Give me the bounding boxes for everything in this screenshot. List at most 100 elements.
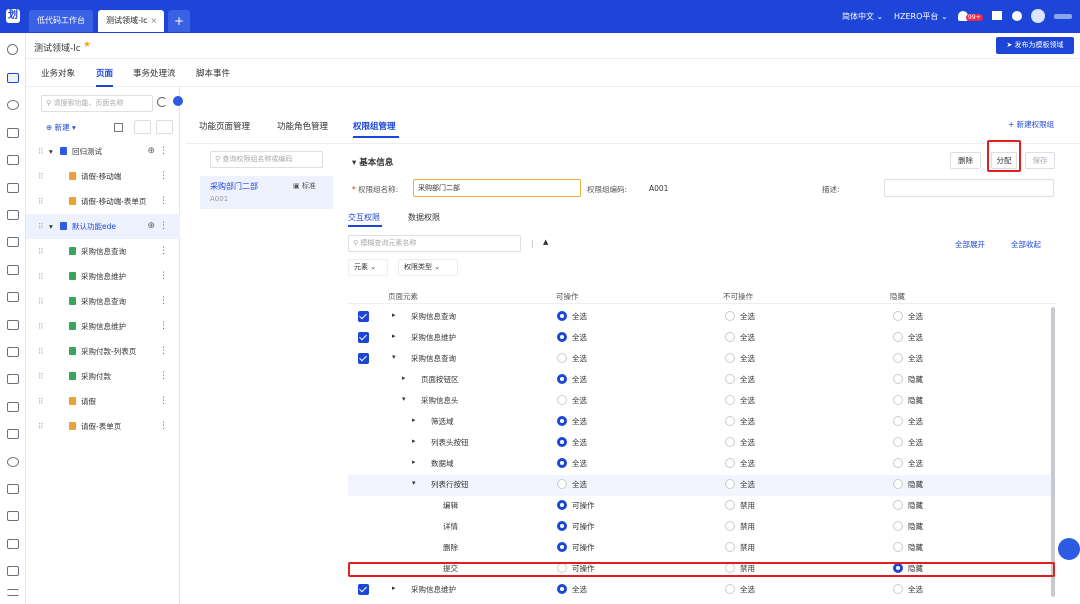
subnav-business-object[interactable]: 业务对象	[41, 67, 75, 79]
radio-c[interactable]	[893, 584, 903, 594]
group-name-input[interactable]: 采购部门二部	[413, 179, 581, 197]
tree-item[interactable]: ⠿ 采购信息维护 ⋮	[26, 314, 180, 339]
help-icon[interactable]	[173, 96, 183, 106]
document-icon[interactable]	[7, 511, 19, 521]
language-switch[interactable]: 简体中文 ⌄	[842, 11, 883, 22]
row-checkbox[interactable]	[358, 584, 369, 595]
refresh-icon[interactable]	[157, 97, 167, 107]
radio-c[interactable]	[893, 437, 903, 447]
radio-b[interactable]	[725, 416, 735, 426]
folder-icon[interactable]	[7, 183, 19, 193]
tab-function-page[interactable]: 功能页面管理	[199, 120, 250, 132]
collapse-filter-icon[interactable]: ▲	[543, 238, 548, 246]
radio-a[interactable]	[557, 584, 567, 594]
monitor-icon[interactable]	[7, 320, 19, 330]
tree-item[interactable]: ⠿ 采购信息查询 ⋮	[26, 239, 180, 264]
radio-c[interactable]	[893, 311, 903, 321]
image-icon[interactable]	[7, 429, 19, 439]
subnav-transaction-flow[interactable]: 事务处理流	[133, 67, 176, 79]
expand-caret-icon[interactable]: ▾	[402, 395, 406, 403]
drag-handle-icon[interactable]: ⠿	[38, 189, 44, 214]
printer-icon[interactable]	[7, 566, 19, 576]
chevron-down-icon[interactable]: ▾	[49, 214, 53, 239]
drag-handle-icon[interactable]: ⠿	[38, 289, 44, 314]
group-search-input[interactable]: ⚲ 查询权限组名称或编码	[210, 151, 323, 168]
table-row[interactable]: ▸ 采购信息维护 全选 全选 全选	[348, 580, 1055, 601]
more-icon[interactable]: ⋮	[159, 214, 168, 239]
menu-icon[interactable]	[7, 589, 19, 596]
mobile-view-button[interactable]	[156, 120, 173, 134]
table-row[interactable]: ▸ 采购信息维护 全选 全选 全选	[348, 328, 1055, 349]
radio-b[interactable]	[725, 395, 735, 405]
radio-b[interactable]	[725, 479, 735, 489]
table-row[interactable]: ▾ 采购信息头 全选 全选 隐藏	[348, 391, 1055, 412]
radio-a[interactable]	[557, 479, 567, 489]
more-icon[interactable]: ⋮	[159, 339, 168, 364]
radio-b[interactable]	[725, 374, 735, 384]
table-row[interactable]: ▸ 采购信息查询 全选 全选 全选	[348, 307, 1055, 328]
radio-c[interactable]	[893, 479, 903, 489]
tree-item[interactable]: ⠿ 请假-表单页 ⋮	[26, 414, 180, 439]
permission-group-item[interactable]: 采购部门二部 A001 ▣ 标准	[200, 176, 333, 209]
expand-caret-icon[interactable]: ▾	[392, 353, 396, 361]
chat-support-icon[interactable]	[1058, 538, 1080, 560]
new-page-button[interactable]: ⊕ 新建 ▾	[46, 122, 76, 133]
tree-item[interactable]: ⠿ 请假-移动端 ⋮	[26, 164, 180, 189]
avatar[interactable]	[1031, 9, 1045, 23]
list-icon[interactable]	[7, 539, 19, 549]
radio-c[interactable]	[893, 521, 903, 531]
grid-icon[interactable]	[7, 128, 19, 138]
drag-handle-icon[interactable]: ⠿	[38, 339, 44, 364]
window-icon[interactable]	[7, 210, 19, 220]
add-child-icon[interactable]: ⊕	[147, 139, 155, 164]
more-icon[interactable]: ⋮	[159, 414, 168, 439]
radio-c[interactable]	[893, 542, 903, 552]
tree-item[interactable]: ⠿ 请假-移动端-表单页 ⋮	[26, 189, 180, 214]
radio-a[interactable]	[557, 374, 567, 384]
radio-b[interactable]	[725, 311, 735, 321]
radio-b[interactable]	[725, 542, 735, 552]
subnav-script-event[interactable]: 脚本事件	[196, 67, 230, 79]
radio-c[interactable]	[893, 374, 903, 384]
drag-handle-icon[interactable]: ⠿	[38, 214, 44, 239]
table-row[interactable]: 编辑 可操作 禁用 隐藏	[348, 496, 1055, 517]
tree-item[interactable]: ⠿ 采购付款 ⋮	[26, 364, 180, 389]
more-icon[interactable]: ⋮	[159, 139, 168, 164]
table-scrollbar[interactable]	[1051, 307, 1055, 597]
more-icon[interactable]: ⋮	[159, 364, 168, 389]
radio-b[interactable]	[725, 500, 735, 510]
expand-caret-icon[interactable]: ▸	[392, 332, 396, 340]
add-tab-button[interactable]: +	[168, 10, 190, 32]
radio-b[interactable]	[725, 584, 735, 594]
radio-c[interactable]	[893, 332, 903, 342]
play-icon[interactable]	[1012, 11, 1022, 21]
box-icon[interactable]	[7, 402, 19, 412]
expand-caret-icon[interactable]: ▸	[412, 437, 416, 445]
tree-item[interactable]: ⠿ 采购信息维护 ⋮	[26, 264, 180, 289]
close-icon[interactable]: ×	[151, 16, 158, 25]
more-icon[interactable]: ⋮	[159, 264, 168, 289]
platform-switch[interactable]: HZERO平台 ⌄	[894, 11, 948, 22]
page-search-input[interactable]: ⚲ 请搜索功能、页面名称	[41, 95, 153, 112]
layers-icon[interactable]	[7, 374, 19, 384]
tab-lowcode-workbench[interactable]: 低代码工作台	[29, 10, 93, 32]
radio-c[interactable]	[893, 353, 903, 363]
description-input[interactable]	[884, 179, 1054, 197]
row-checkbox[interactable]	[358, 353, 369, 364]
collapse-all-button[interactable]: 全部收起	[1011, 239, 1041, 250]
radio-b[interactable]	[725, 521, 735, 531]
settings-icon[interactable]	[7, 292, 19, 302]
radio-a[interactable]	[557, 542, 567, 552]
tree-item[interactable]: ⠿ ▾ 默认功能ede ⊕ ⋮	[26, 214, 180, 239]
layout-icon[interactable]	[114, 123, 123, 132]
radio-a[interactable]	[557, 332, 567, 342]
table-row[interactable]: ▸ 页面按钮区 全选 全选 隐藏	[348, 370, 1055, 391]
more-icon[interactable]: ⋮	[159, 389, 168, 414]
chevron-down-icon[interactable]: ▾	[49, 139, 53, 164]
radio-c[interactable]	[893, 500, 903, 510]
radio-a[interactable]	[557, 311, 567, 321]
radio-a[interactable]	[557, 521, 567, 531]
desktop-view-button[interactable]	[134, 120, 151, 134]
more-icon[interactable]: ⋮	[159, 289, 168, 314]
tab-function-role[interactable]: 功能角色管理	[277, 120, 328, 132]
